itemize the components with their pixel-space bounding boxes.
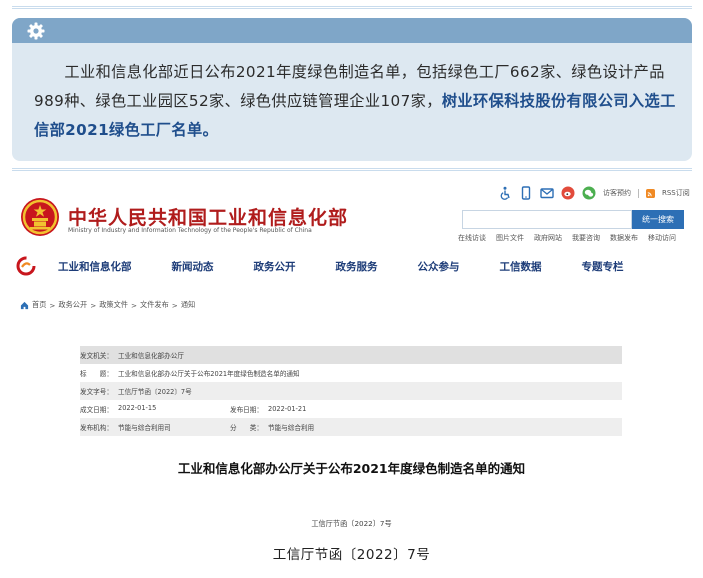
- rss-icon[interactable]: [646, 188, 655, 198]
- site-subtitle: Ministry of Industry and Information Tec…: [68, 227, 312, 234]
- published-date-label: 发布日期：: [230, 406, 263, 414]
- announcement-card: 工业和信息化部近日公布2021年度绿色制造名单，包括绿色工厂662家、绿色设计产…: [12, 18, 692, 161]
- main-nav: 工业和信息化部 新闻动态 政务公开 政务服务 公众参与 工信数据 专题专栏: [16, 254, 688, 278]
- utility-divider: [638, 188, 639, 198]
- written-date-group: 成文日期： 2022-01-15: [80, 404, 230, 414]
- organization-group: 发布机构： 节能与综合利用司: [80, 422, 230, 432]
- issuer-row: 发文机关： 工业和信息化部办公厅: [80, 346, 622, 364]
- published-date-value: 2022-01-21: [268, 405, 307, 413]
- breadcrumb-document-release[interactable]: 文件发布: [140, 300, 169, 310]
- organization-row: 发布机构： 节能与综合利用司 分 类： 节能与综合利用: [80, 418, 622, 436]
- breadcrumb-policy-documents[interactable]: 政策文件: [99, 300, 128, 310]
- nav-item-news[interactable]: 新闻动态: [172, 259, 214, 274]
- quick-link-consult[interactable]: 我要咨询: [572, 233, 600, 243]
- visitor-appointment-link[interactable]: 访客预约: [603, 188, 631, 198]
- organization-label: 发布机构：: [80, 424, 113, 432]
- organization-value: 节能与综合利用司: [118, 424, 171, 432]
- mail-icon[interactable]: [540, 186, 554, 200]
- quick-link-gov-sites[interactable]: 政府网站: [534, 233, 562, 243]
- ministry-logo-icon[interactable]: [16, 256, 36, 276]
- nav-item-participation[interactable]: 公众参与: [418, 259, 460, 274]
- subject-row: 标 题： 工业和信息化部办公厅关于公布2021年度绿色制造名单的通知: [80, 364, 622, 382]
- search-button[interactable]: 统一搜索: [632, 210, 684, 229]
- quick-link-mobile[interactable]: 移动访问: [648, 233, 676, 243]
- doc-number-value: 工信厅节函〔2022〕7号: [118, 388, 192, 396]
- card-header-bar: [12, 18, 692, 43]
- search-input[interactable]: [462, 210, 632, 229]
- home-icon: [20, 301, 29, 309]
- doc-number-label: 发文字号：: [80, 388, 113, 396]
- dates-row: 成文日期： 2022-01-15 发布日期： 2022-01-21: [80, 400, 622, 418]
- site-title[interactable]: 中华人民共和国工业和信息化部: [68, 203, 348, 230]
- nav-item-services[interactable]: 政务服务: [336, 259, 378, 274]
- caption-doc-number: 工信厅节函〔2022〕7号: [272, 547, 431, 563]
- subject-label: 标 题：: [80, 370, 113, 378]
- article-title: 工业和信息化部办公厅关于公布2021年度绿色制造名单的通知: [177, 461, 526, 476]
- nav-item-ministry[interactable]: 工业和信息化部: [58, 259, 132, 274]
- rss-link[interactable]: RSS订阅: [662, 188, 690, 198]
- accessibility-icon[interactable]: [498, 186, 512, 200]
- issuer-label: 发文机关：: [80, 352, 113, 360]
- breadcrumb-notice[interactable]: 通知: [181, 300, 195, 310]
- breadcrumb-separator: >: [90, 300, 97, 310]
- utility-bar: 访客预约 RSS订阅: [498, 185, 690, 201]
- weibo-icon[interactable]: [561, 186, 575, 200]
- nav-item-topics[interactable]: 专题专栏: [582, 259, 624, 274]
- breadcrumb-separator: >: [49, 300, 56, 310]
- issuer-value: 工业和信息化部办公厅: [118, 352, 184, 360]
- nav-item-open-government[interactable]: 政务公开: [254, 259, 296, 274]
- mobile-icon[interactable]: [519, 186, 533, 200]
- wechat-icon[interactable]: [582, 186, 596, 200]
- doc-number-row: 发文字号： 工信厅节函〔2022〕7号: [80, 382, 622, 400]
- top-divider: [12, 6, 692, 9]
- written-date-value: 2022-01-15: [118, 404, 157, 412]
- breadcrumb-home[interactable]: 首页: [32, 300, 46, 310]
- gear-icon: [27, 22, 45, 40]
- article-doc-number: 工信厅节函〔2022〕7号: [311, 519, 392, 528]
- announcement-text: 工业和信息化部近日公布2021年度绿色制造名单，包括绿色工厂662家、绿色设计产…: [34, 58, 679, 145]
- national-emblem-icon: [21, 198, 59, 236]
- category-label: 分 类：: [230, 424, 263, 432]
- subject-value: 工业和信息化部办公厅关于公布2021年度绿色制造名单的通知: [118, 370, 300, 378]
- quick-link-data[interactable]: 数据发布: [610, 233, 638, 243]
- quick-links: 在线访谈 图片文件 政府网站 我要咨询 数据发布 移动访问: [458, 233, 676, 243]
- bottom-divider: [12, 168, 692, 171]
- breadcrumb-separator: >: [171, 300, 178, 310]
- nav-item-data[interactable]: 工信数据: [500, 259, 542, 274]
- written-date-label: 成文日期：: [80, 406, 113, 414]
- quick-link-documents[interactable]: 图片文件: [496, 233, 524, 243]
- breadcrumb: 首页 > 政务公开 > 政策文件 > 文件发布 > 通知: [20, 300, 195, 310]
- document-info-table: 发文机关： 工业和信息化部办公厅 标 题： 工业和信息化部办公厅关于公布2021…: [80, 346, 622, 436]
- quick-link-interviews[interactable]: 在线访谈: [458, 233, 486, 243]
- category-value: 节能与综合利用: [268, 424, 315, 432]
- breadcrumb-open-government[interactable]: 政务公开: [58, 300, 87, 310]
- breadcrumb-separator: >: [130, 300, 138, 310]
